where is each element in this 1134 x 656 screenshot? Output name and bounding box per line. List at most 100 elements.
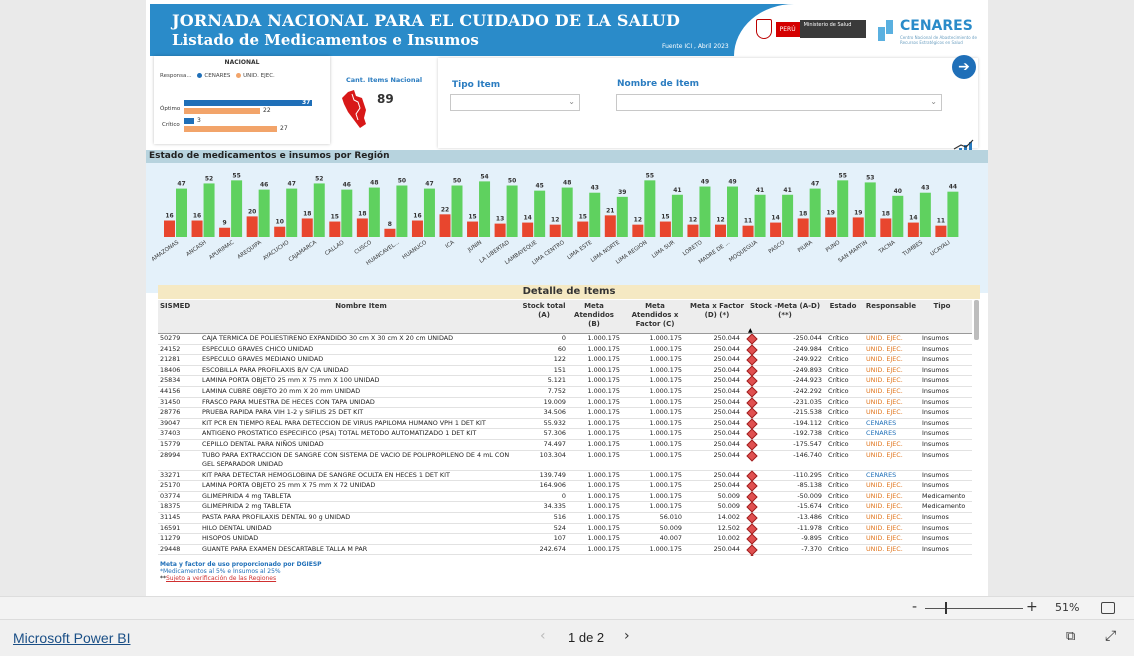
table-row[interactable]: 28994 TUBO PARA EXTRACCION DE SANGRE CON … (158, 449, 972, 471)
table-row[interactable]: 37403 ANTIGENO PROSTATICO ESPECIFICO (PSA… (158, 428, 972, 441)
bar-lambayeque-optimo[interactable] (534, 190, 546, 237)
bar-huanuco-optimo[interactable] (423, 188, 435, 237)
bar-ancash-optimo[interactable] (203, 183, 215, 237)
bar-san-martin-critico[interactable] (852, 217, 864, 237)
table-row[interactable]: 15779 CEPILLO DENTAL PARA NIÑOS UNIDAD 74.… (158, 439, 972, 451)
bar-pasco-optimo[interactable] (782, 194, 794, 237)
bar-cusco-optimo[interactable] (368, 187, 380, 237)
col-meta-x-factor[interactable]: Meta x Factor (D) (*) (688, 302, 746, 320)
table-row[interactable]: 25834 LAMINA PORTA OBJETO 25 mm X 75 mm X… (158, 375, 972, 388)
bar-lima-region-critico[interactable] (632, 224, 644, 237)
note-3-link[interactable]: Sujeto a verificación de las Regiones (166, 575, 276, 582)
share-icon[interactable]: ⧉ (1066, 629, 1075, 644)
table-row[interactable]: 25170 LAMINA PORTA OBJETO 25 mm X 75 mm X… (158, 480, 972, 492)
zoom-in-button[interactable]: + (1026, 599, 1038, 615)
bar-tumbes-critico[interactable] (907, 222, 919, 237)
table-row[interactable]: 18375 GLIMEPIRIDA 2 mg TABLETA 34.335 1.000… (158, 501, 972, 513)
bar-ancash-critico[interactable] (191, 220, 203, 237)
table-row[interactable]: 10018ACIDO ACETICO 5% 500 mL SOLUCION7.2… (158, 554, 972, 556)
bar-loreto-critico[interactable] (687, 224, 699, 237)
bar-cajamarca-critico[interactable] (301, 218, 313, 237)
table-row[interactable]: 31145 PASTA PARA PROFILAXIS DENTAL 90 g U… (158, 512, 972, 524)
bar-amazonas-optimo[interactable] (176, 188, 187, 237)
table-row[interactable]: 24152 ESPECULO GRAVES CHICO UNIDAD 60 1.000… (158, 343, 972, 356)
col-meta-factor[interactable]: Meta Atendidos x Factor (C) (626, 302, 684, 329)
bar-callao-critico[interactable] (329, 221, 341, 237)
bar-huancavel--critico[interactable] (384, 228, 396, 237)
table-row[interactable]: 28776 PRUEBA RAPIDA PARA VIH 1-2 y SIFILI… (158, 407, 972, 419)
zoom-slider[interactable] (925, 608, 1023, 609)
bar-la-libertad-critico[interactable] (494, 223, 506, 237)
bar-piura-critico[interactable] (797, 218, 809, 237)
tipo-item-dropdown[interactable]: ⌄ (450, 94, 580, 111)
bar-ica-critico[interactable] (439, 214, 451, 237)
bar-callao-optimo[interactable] (341, 189, 353, 237)
bar-huancavel--optimo[interactable] (396, 185, 408, 238)
kpi-bar-optimo-cenares[interactable] (184, 100, 312, 106)
bar-ica-optimo[interactable] (451, 185, 463, 238)
table-row[interactable]: 16591 HILO DENTAL UNIDAD 524 1.000.175 50.00… (158, 522, 972, 535)
table-row[interactable]: 11279 HISOPOS UNIDAD 107 1.000.175 40.007 10.… (158, 533, 972, 545)
next-page-chevron-icon[interactable]: › (624, 628, 630, 644)
bar-junin-optimo[interactable] (479, 181, 491, 237)
fit-to-page-icon[interactable] (1101, 602, 1115, 614)
bar-apurimac-critico[interactable] (219, 227, 231, 237)
table-row[interactable]: 33271 KIT PARA DETECTAR HEMOGLOBINA DE SA… (158, 469, 972, 482)
bar-huanuco-critico[interactable] (411, 220, 423, 237)
bar-loreto-optimo[interactable] (699, 186, 711, 237)
zoom-out-button[interactable]: - (912, 599, 917, 615)
kpi-bar-critico-cenares[interactable] (184, 118, 194, 124)
table-row[interactable]: 03774 GLIMEPIRIDA 4 mg TABLETA 0 1.000.175 1… (158, 491, 972, 503)
table-row[interactable]: 29448 GUANTE PARA EXAMEN DESCARTABLE TALL… (158, 544, 972, 556)
table-row[interactable]: 50279 CAJA TERMICA DE POLIESTIRENO EXPAND… (158, 334, 972, 345)
bar-tumbes-optimo[interactable] (919, 192, 931, 237)
table-row[interactable]: 44156 LAMINA CUBRE OBJETO 20 mm X 20 mm U… (158, 386, 972, 398)
bar-puno-optimo[interactable] (837, 180, 849, 237)
bar-arequipa-optimo[interactable] (258, 189, 270, 237)
bar-madre-de--optimo[interactable] (727, 186, 738, 237)
bar-lima-norte-critico[interactable] (604, 215, 616, 237)
prev-page-chevron-icon[interactable]: ‹ (540, 628, 546, 644)
col-meta[interactable]: Meta Atendidos (B) (570, 302, 618, 329)
fullscreen-expand-icon[interactable]: ⤢ (1105, 628, 1116, 644)
table-scrollbar[interactable] (974, 300, 979, 340)
col-tipo[interactable]: Tipo (922, 302, 962, 311)
bar-ayacucho-critico[interactable] (274, 226, 286, 237)
bar-apurimac-optimo[interactable] (231, 180, 243, 237)
bar-ucayali-critico[interactable] (935, 225, 947, 237)
bar-madre-de--critico[interactable] (715, 224, 726, 237)
kpi-bar-critico-unid[interactable] (184, 126, 277, 132)
bar-arequipa-critico[interactable] (246, 216, 258, 237)
bar-tacna-critico[interactable] (880, 218, 892, 237)
bar-cusco-critico[interactable] (356, 218, 368, 237)
bar-moquegua-optimo[interactable] (754, 194, 766, 237)
bar-la-libertad-optimo[interactable] (506, 185, 518, 238)
col-stock-meta[interactable]: Stock -Meta (A-D) (**) (748, 302, 822, 320)
bar-lima-este-critico[interactable] (577, 221, 589, 237)
kpi-bar-optimo-unid[interactable] (184, 108, 260, 114)
table-row[interactable]: 21281 ESPECULO GRAVES MEDIANO UNIDAD 122 1.… (158, 354, 972, 366)
table-row[interactable]: 31450 FRASCO PARA MUESTRA DE HECES CON TA… (158, 396, 972, 409)
bar-lima-norte-optimo[interactable] (616, 196, 628, 237)
bar-puno-critico[interactable] (825, 217, 837, 237)
bar-lima-region-optimo[interactable] (644, 180, 656, 237)
bar-tacna-optimo[interactable] (892, 195, 904, 237)
bar-lima-centro-optimo[interactable] (561, 187, 573, 237)
bar-lima-sur-optimo[interactable] (671, 194, 683, 237)
national-kpi-card[interactable]: NACIONAL Responsa... CENARES UNID. EJEC.… (154, 56, 330, 144)
zoom-slider-thumb[interactable] (945, 602, 947, 614)
bar-lima-sur-critico[interactable] (659, 221, 671, 237)
bar-ucayali-optimo[interactable] (947, 191, 959, 237)
powerbi-link[interactable]: Microsoft Power BI (13, 630, 130, 646)
bar-san-martin-optimo[interactable] (864, 182, 876, 237)
next-page-arrow-icon[interactable]: ➔ (952, 55, 976, 79)
col-sismed[interactable]: SISMED (160, 302, 200, 311)
bar-ayacucho-optimo[interactable] (286, 188, 298, 237)
bar-piura-optimo[interactable] (809, 188, 821, 237)
table-row[interactable]: 18406 ESCOBILLA PARA PROFILAXIS B/V C/A U… (158, 365, 972, 377)
bar-moquegua-critico[interactable] (742, 225, 754, 237)
bar-lima-este-optimo[interactable] (589, 192, 601, 237)
table-row[interactable]: 39047 KIT PCR EN TIEMPO REAL PARA DETECCI… (158, 418, 972, 430)
bar-junin-critico[interactable] (467, 221, 479, 237)
table-body[interactable]: 50279 CAJA TERMICA DE POLIESTIRENO EXPAND… (158, 334, 972, 556)
